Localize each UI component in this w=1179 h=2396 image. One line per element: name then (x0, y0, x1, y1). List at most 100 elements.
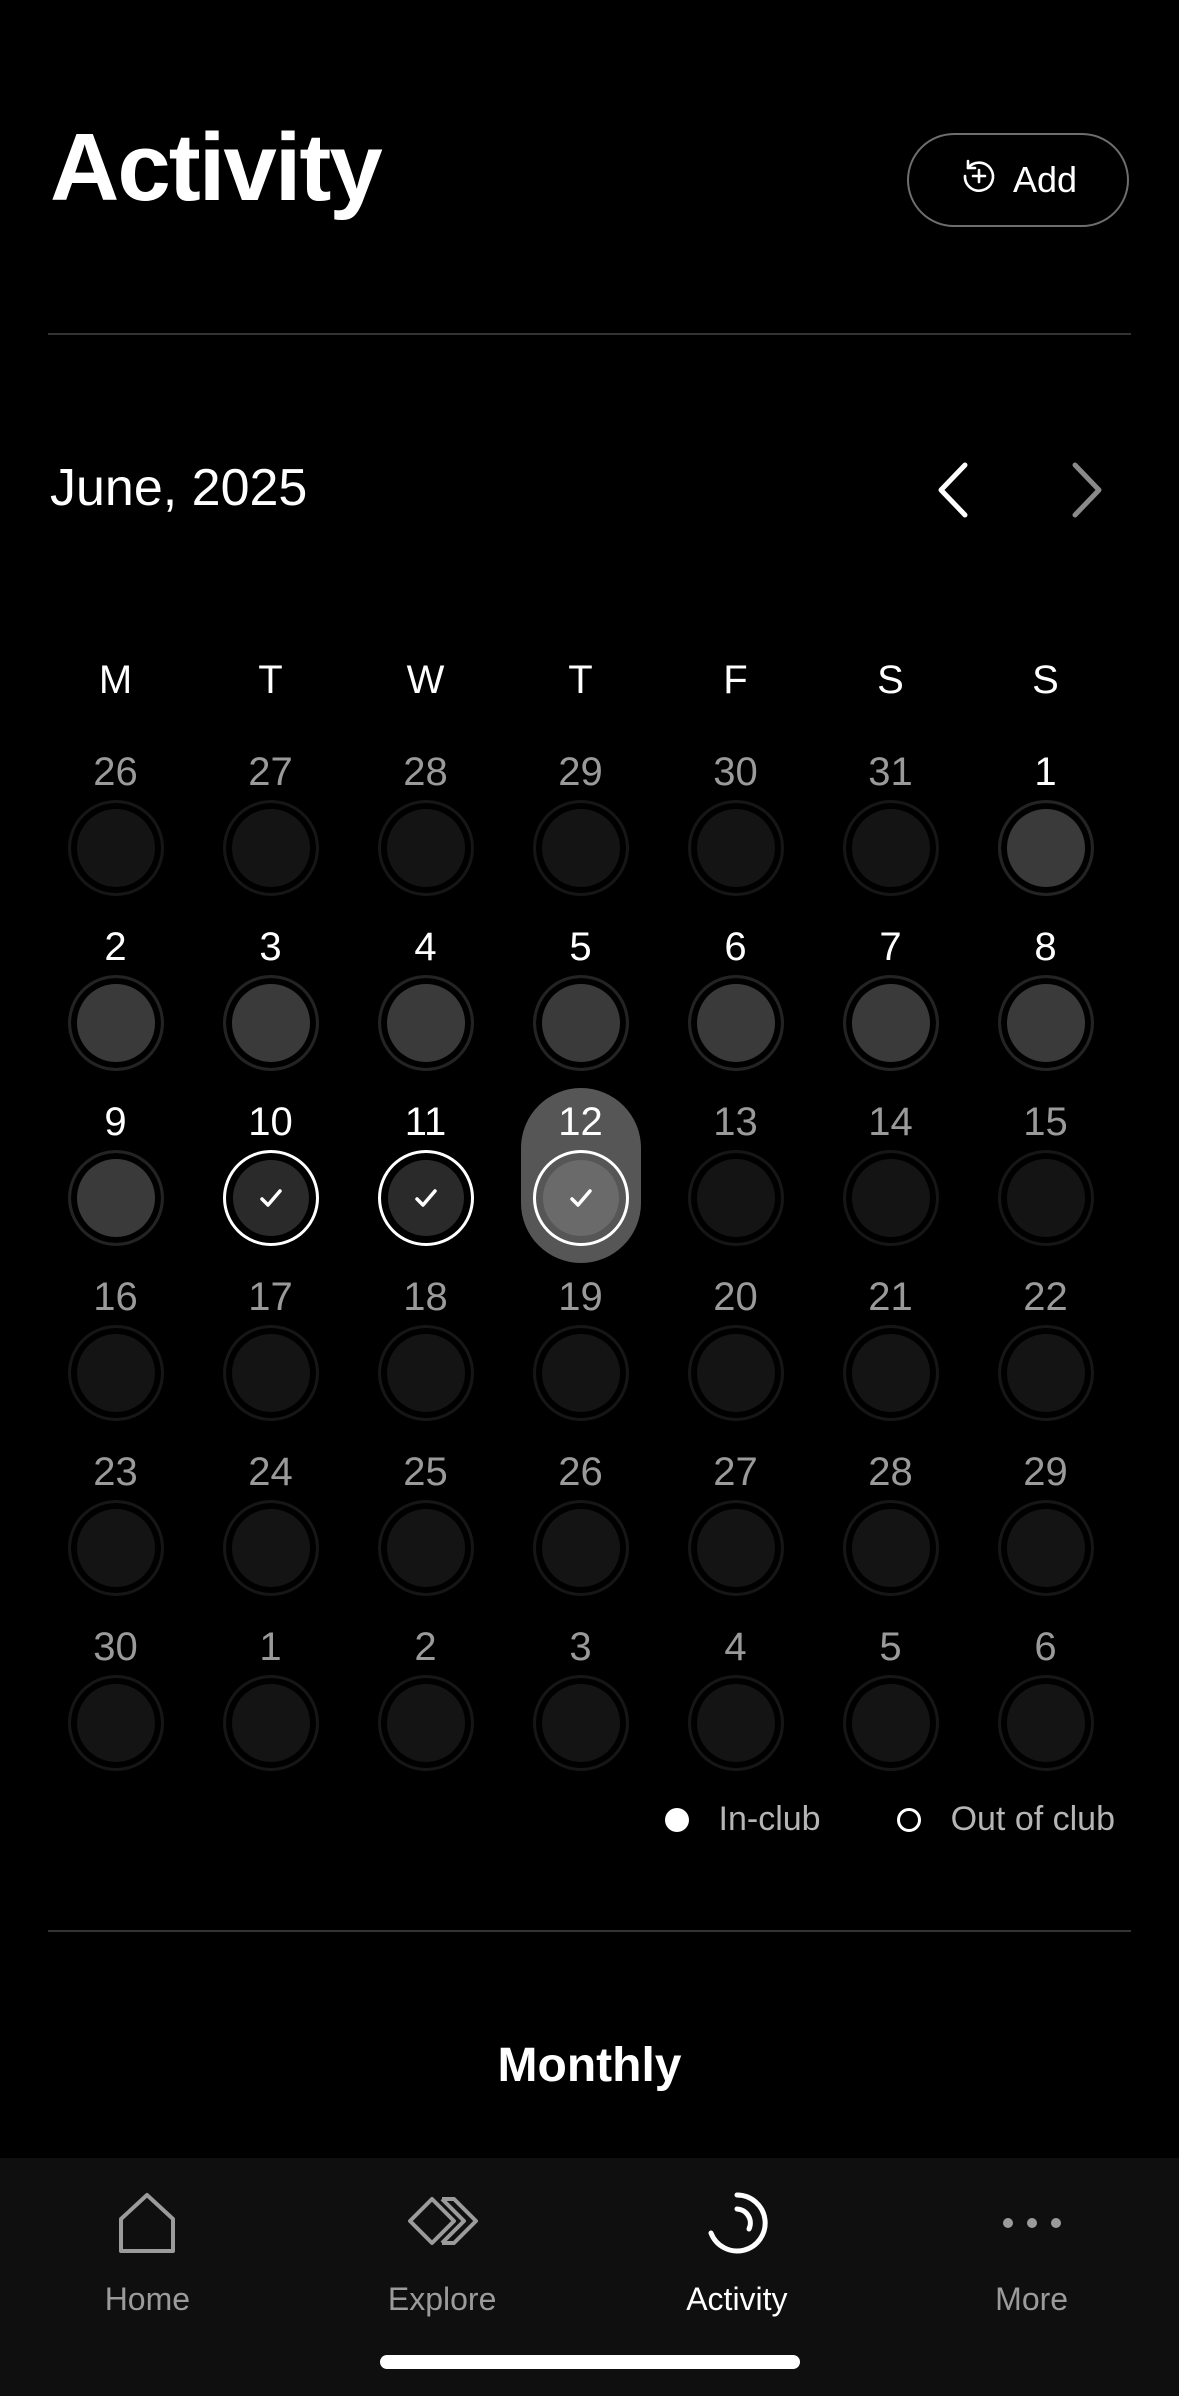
day-activity-dot (687, 1150, 784, 1246)
calendar-day[interactable]: 3 (193, 915, 348, 1090)
calendar-day[interactable]: 1 (968, 740, 1123, 915)
calendar-day[interactable]: 31 (813, 740, 968, 915)
day-activity-dot (67, 1675, 164, 1771)
legend: In-club Out of club (664, 1800, 1115, 1839)
weekday-label: S (1032, 658, 1059, 702)
header-divider (48, 333, 1131, 335)
calendar-day[interactable]: 29 (503, 740, 658, 915)
day-activity-dot (377, 1675, 474, 1771)
calendar-day[interactable]: 14 (813, 1090, 968, 1265)
day-activity-dot (222, 1675, 319, 1771)
day-number: 20 (713, 1275, 758, 1319)
day-number: 25 (403, 1450, 448, 1494)
calendar-day[interactable]: 19 (503, 1265, 658, 1440)
calendar-day[interactable]: 28 (813, 1440, 968, 1615)
calendar-day[interactable]: 21 (813, 1265, 968, 1440)
tab-home[interactable]: Home (0, 2158, 295, 2396)
day-number: 27 (248, 750, 293, 794)
month-label: June, 2025 (50, 459, 308, 517)
calendar-day[interactable]: 17 (193, 1265, 348, 1440)
day-number: 12 (558, 1100, 603, 1144)
day-number: 6 (724, 925, 747, 969)
calendar-day[interactable]: 5 (813, 1615, 968, 1790)
day-activity-dot (67, 1500, 164, 1596)
more-icon (1002, 2218, 1061, 2228)
calendar-day[interactable]: 30 (658, 740, 813, 915)
calendar-day[interactable]: 9 (38, 1090, 193, 1265)
day-number: 26 (93, 750, 138, 794)
calendar-day[interactable]: 13 (658, 1090, 813, 1265)
calendar-day[interactable]: 3 (503, 1615, 658, 1790)
day-number: 1 (1034, 750, 1057, 794)
day-number: 5 (879, 1625, 902, 1669)
hollow-dot-icon (896, 1807, 921, 1832)
calendar-day[interactable]: 15 (968, 1090, 1123, 1265)
calendar-day[interactable]: 20 (658, 1265, 813, 1440)
day-activity-dot (222, 1325, 319, 1421)
previous-month-button[interactable] (925, 455, 985, 525)
calendar-day[interactable]: 8 (968, 915, 1123, 1090)
weekday-label: F (723, 658, 748, 702)
calendar-day[interactable]: 4 (658, 1615, 813, 1790)
calendar-day[interactable]: 2 (38, 915, 193, 1090)
day-activity-dot (532, 1150, 629, 1246)
day-number: 3 (259, 925, 282, 969)
add-activity-button[interactable]: Add (907, 133, 1129, 227)
calendar-day[interactable]: 27 (193, 740, 348, 915)
calendar-day[interactable]: 5 (503, 915, 658, 1090)
calendar-day[interactable]: 18 (348, 1265, 503, 1440)
calendar-day[interactable]: 11 (348, 1090, 503, 1265)
tab-more-label: More (995, 2281, 1069, 2317)
calendar-day[interactable]: 26 (503, 1440, 658, 1615)
monthly-section-title: Monthly (497, 2039, 682, 2092)
day-activity-dot (377, 975, 474, 1071)
day-activity-dot (842, 1500, 939, 1596)
calendar-day[interactable]: 23 (38, 1440, 193, 1615)
checkmark-icon (409, 1181, 443, 1215)
day-number: 29 (558, 750, 603, 794)
calendar-day[interactable]: 30 (38, 1615, 193, 1790)
calendar-day[interactable]: 10 (193, 1090, 348, 1265)
day-number: 13 (713, 1100, 758, 1144)
day-activity-dot (377, 1325, 474, 1421)
day-number: 15 (1023, 1100, 1068, 1144)
calendar-day[interactable]: 27 (658, 1440, 813, 1615)
day-activity-dot (67, 1150, 164, 1246)
legend-in-club: In-club (664, 1800, 821, 1839)
calendar-day[interactable]: 4 (348, 915, 503, 1090)
calendar-day[interactable]: 6 (658, 915, 813, 1090)
weekday-header: MTWTFSS (38, 660, 1121, 700)
calendar-day[interactable]: 26 (38, 740, 193, 915)
next-month-button[interactable] (1055, 455, 1115, 525)
day-number: 1 (259, 1625, 282, 1669)
tab-more[interactable]: More (884, 2158, 1179, 2396)
calendar-day[interactable]: 29 (968, 1440, 1123, 1615)
day-number: 27 (713, 1450, 758, 1494)
calendar-day[interactable]: 22 (968, 1265, 1123, 1440)
day-activity-dot (67, 800, 164, 896)
tab-explore-label: Explore (387, 2281, 497, 2317)
calendar-day[interactable]: 6 (968, 1615, 1123, 1790)
day-number: 30 (713, 750, 758, 794)
add-history-icon (959, 156, 999, 205)
calendar-day[interactable]: 24 (193, 1440, 348, 1615)
checkmark-icon (254, 1181, 288, 1215)
calendar-day[interactable]: 7 (813, 915, 968, 1090)
tab-home-label: Home (104, 2281, 191, 2317)
day-number: 5 (569, 925, 592, 969)
chevron-right-icon (1072, 462, 1102, 518)
calendar-day[interactable]: 1 (193, 1615, 348, 1790)
calendar-day[interactable]: 16 (38, 1265, 193, 1440)
day-activity-dot (687, 1500, 784, 1596)
day-number: 2 (104, 925, 127, 969)
day-activity-dot (532, 1675, 629, 1771)
calendar-day[interactable]: 28 (348, 740, 503, 915)
calendar-day[interactable]: 25 (348, 1440, 503, 1615)
home-indicator (380, 2355, 800, 2369)
calendar-day[interactable]: 2 (348, 1615, 503, 1790)
day-activity-dot (997, 1500, 1094, 1596)
calendar-day[interactable]: 12 (503, 1088, 658, 1265)
day-number: 16 (93, 1275, 138, 1319)
weekday-label: M (98, 658, 133, 702)
day-number: 4 (724, 1625, 747, 1669)
